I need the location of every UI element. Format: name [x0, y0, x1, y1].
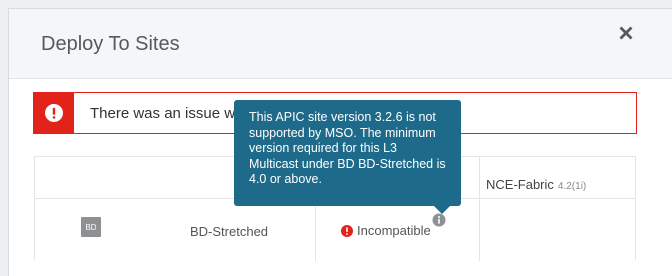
tooltip-line: 4.0 or above. [249, 172, 322, 186]
tooltip-line: This APIC site version 3.2.6 is not [249, 110, 436, 124]
status-label: Incompatible [357, 223, 431, 238]
site-header: NCE-Fabric 4.2(1i) [486, 177, 586, 192]
error-circle-icon [341, 224, 353, 237]
column-divider [479, 157, 480, 261]
status-cell: Incompatible [341, 223, 431, 238]
tooltip-arrow [434, 206, 450, 214]
incompatible-tooltip: This APIC site version 3.2.6 is not supp… [234, 100, 461, 206]
bd-badge: BD [81, 217, 101, 237]
modal-header: Deploy To Sites [9, 9, 672, 79]
info-button[interactable] [432, 213, 446, 227]
tooltip-line: Multicast under BD BD-Stretched is [249, 156, 446, 171]
alert-message: There was an issue w [90, 104, 236, 122]
modal-title: Deploy To Sites [41, 33, 180, 55]
info-icon [432, 213, 446, 227]
alert-icon-box [34, 93, 74, 133]
site-version: 4.2(1i) [557, 181, 587, 192]
site-name: NCE-Fabric [486, 177, 554, 192]
tooltip-line: version required for this L3 [249, 141, 397, 155]
bd-name: BD-Stretched [190, 224, 269, 239]
close-button[interactable] [616, 22, 636, 44]
tooltip-line: supported by MSO. The minimum [249, 125, 436, 140]
exclamation-circle-icon [45, 104, 63, 122]
close-icon [619, 26, 633, 40]
